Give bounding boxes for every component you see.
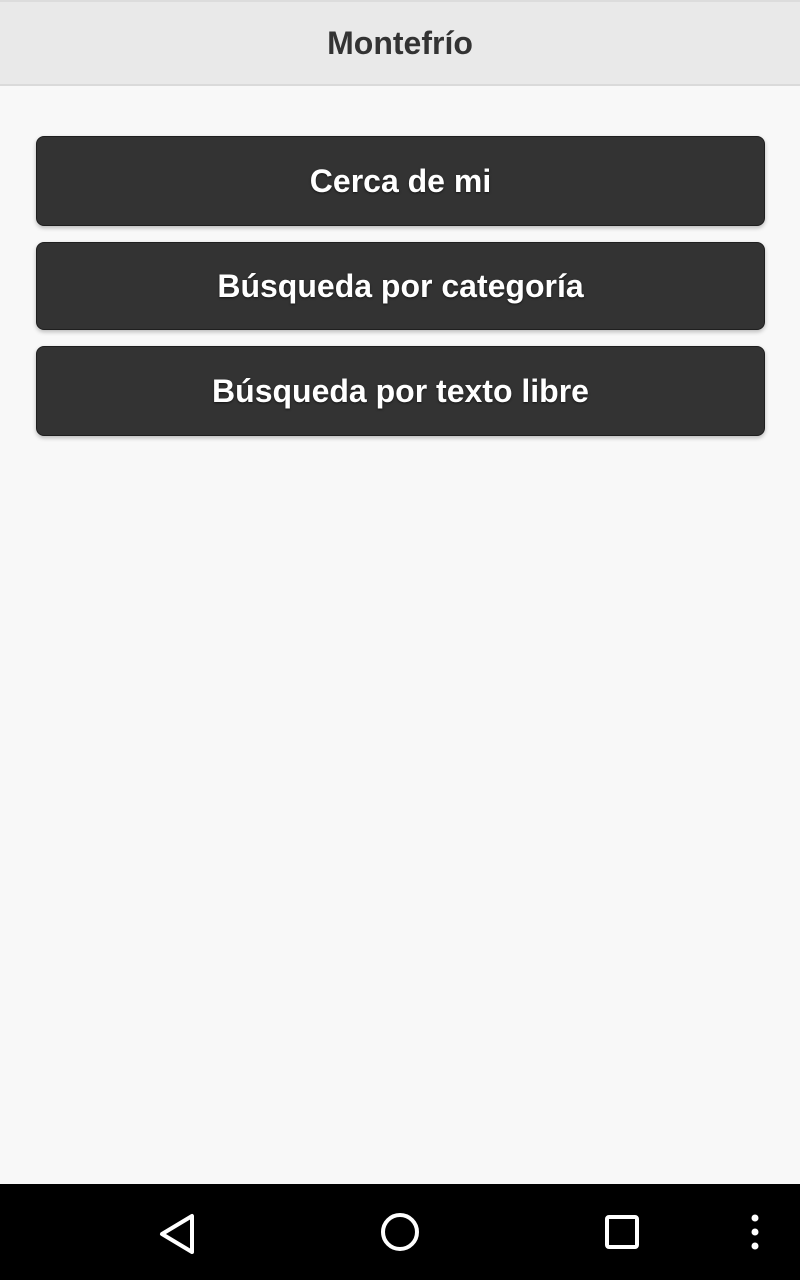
search-by-text-button-label: Búsqueda por texto libre [212,372,589,409]
back-icon[interactable] [154,1210,202,1258]
overflow-menu-icon[interactable] [742,1210,768,1254]
nearby-button[interactable]: Cerca de mi [36,136,765,226]
app-header: Montefrío [0,0,800,86]
main-content: Cerca de mi Búsqueda por categoría Búsqu… [0,86,800,1184]
home-icon[interactable] [376,1208,424,1256]
search-by-text-button[interactable]: Búsqueda por texto libre [36,346,765,436]
recents-icon[interactable] [598,1208,646,1256]
search-by-category-button[interactable]: Búsqueda por categoría [36,242,765,330]
search-by-category-button-label: Búsqueda por categoría [217,267,584,304]
system-navigation-bar [0,1184,800,1280]
nearby-button-label: Cerca de mi [309,162,492,199]
page-title: Montefrío [327,24,473,61]
